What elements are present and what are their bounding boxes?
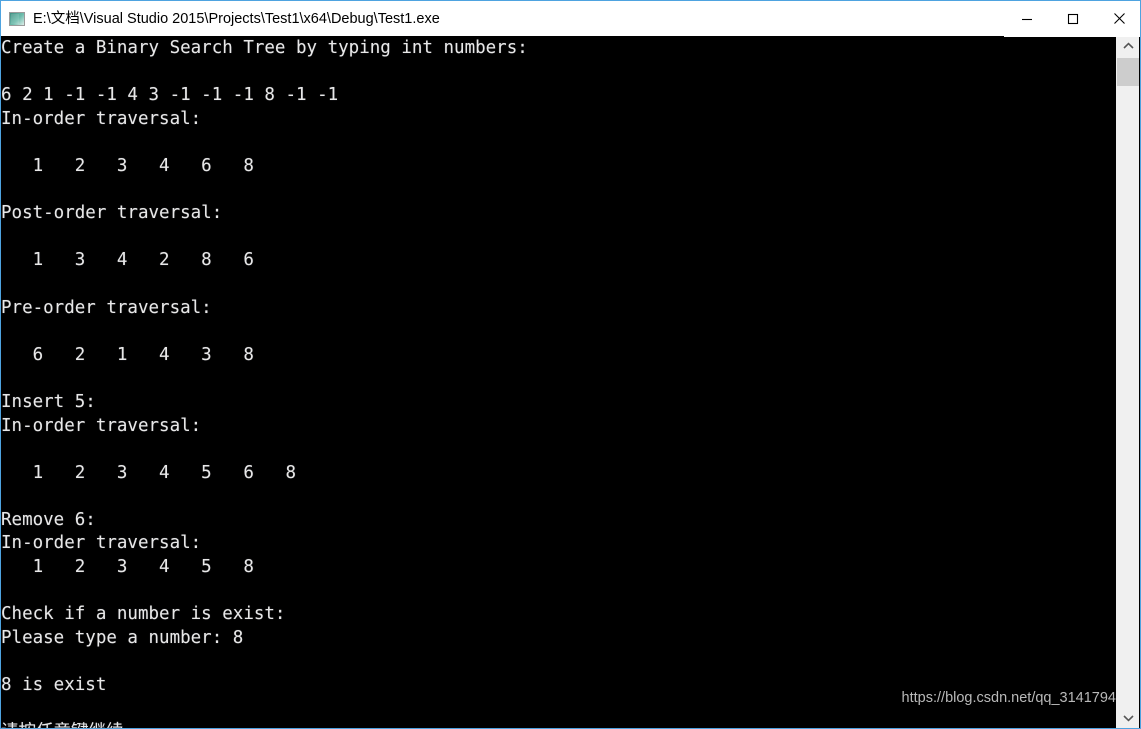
scrollbar-thumb[interactable] [1117, 58, 1139, 86]
scrollbar-track[interactable] [1117, 86, 1139, 708]
console-text: Create a Binary Search Tree by typing in… [1, 38, 528, 728]
window-title: E:\文档\Visual Studio 2015\Projects\Test1\… [33, 10, 440, 27]
chevron-up-icon[interactable] [1117, 36, 1139, 56]
window-controls [1004, 0, 1140, 37]
chevron-down-icon[interactable] [1117, 708, 1139, 728]
vertical-scrollbar[interactable] [1116, 36, 1139, 728]
title-bar[interactable]: E:\文档\Visual Studio 2015\Projects\Test1\… [1, 0, 1140, 37]
console-app-icon [9, 11, 25, 26]
maximize-button[interactable] [1050, 0, 1096, 37]
title-bar-left: E:\文档\Visual Studio 2015\Projects\Test1\… [1, 1, 1004, 36]
console-window: E:\文档\Visual Studio 2015\Projects\Test1\… [0, 0, 1141, 729]
close-button[interactable] [1096, 0, 1140, 37]
minimize-button[interactable] [1004, 0, 1050, 37]
console-output-area[interactable]: Create a Binary Search Tree by typing in… [1, 36, 1119, 728]
